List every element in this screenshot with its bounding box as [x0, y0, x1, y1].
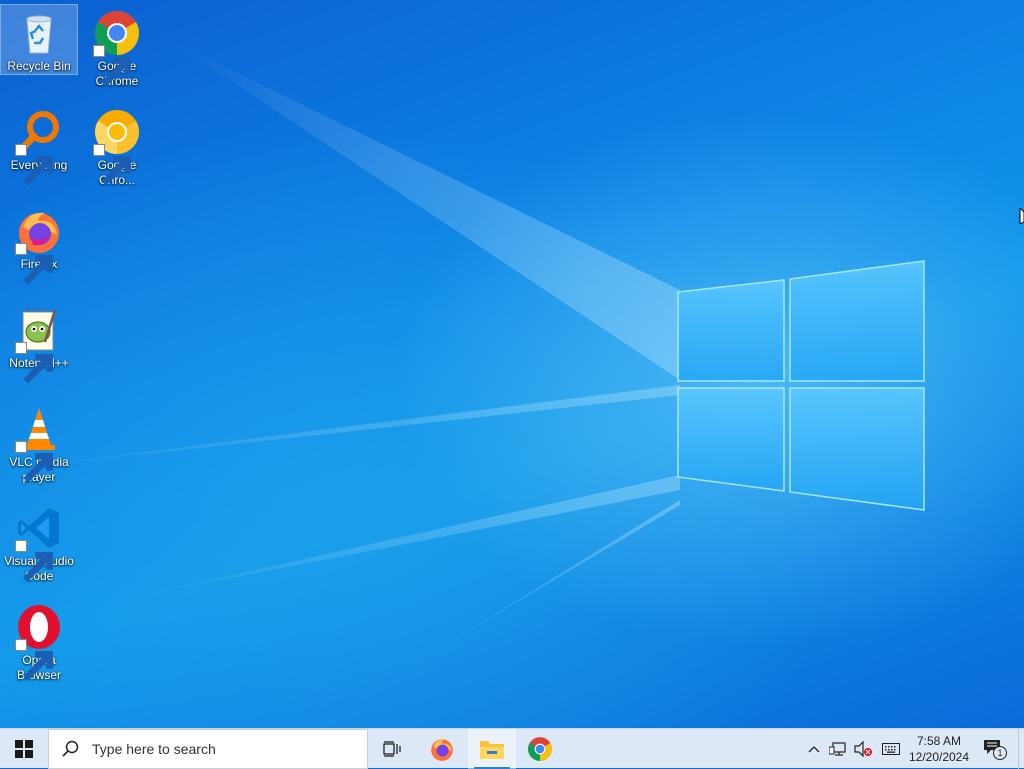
clock-date: 12/20/2024 [908, 750, 970, 764]
windows-logo-wallpaper [677, 260, 925, 511]
taskbar-firefox-button[interactable] [420, 729, 464, 769]
chrome-icon [93, 9, 141, 87]
desktop[interactable]: Recycle Bin Google Chrome Everything Goo… [0, 0, 1024, 728]
taskbar-chrome-button[interactable] [518, 729, 562, 769]
taskbar-file-explorer-button[interactable] [468, 729, 516, 769]
action-center-button[interactable]: 1 [976, 729, 1012, 769]
network-icon [829, 742, 846, 756]
opera-icon [15, 603, 63, 681]
notification-icon: 1 [983, 739, 1007, 760]
search-placeholder: Type here to search [92, 741, 216, 757]
recycle-bin-icon [15, 9, 63, 57]
shortcut-arrow-icon [15, 342, 53, 384]
desktop-icon-label: Recycle Bin [7, 59, 71, 73]
desktop-icon-google-chrome-canary[interactable]: Google Chro... [79, 104, 155, 188]
touch-keyboard-button[interactable] [878, 729, 904, 769]
desktop-icon-opera[interactable]: Opera Browser [1, 599, 77, 683]
shortcut-arrow-icon [93, 144, 131, 186]
mouse-cursor-icon [1019, 208, 1024, 224]
show-hidden-icons-button[interactable] [804, 729, 824, 769]
firefox-icon [431, 739, 453, 761]
desktop-icon-google-chrome[interactable]: Google Chrome [79, 5, 155, 89]
windows-start-icon [15, 740, 33, 758]
shortcut-arrow-icon [15, 441, 53, 483]
taskbar: Type here to search 7:58 AM 12/20/2024 1 [0, 728, 1024, 769]
vlc-icon [15, 405, 63, 483]
shortcut-arrow-icon [15, 144, 53, 186]
desktop-icon-recycle-bin[interactable]: Recycle Bin [0, 4, 78, 75]
show-desktop-button[interactable] [1018, 729, 1024, 769]
volume-button[interactable] [850, 729, 876, 769]
clock-button[interactable]: 7:58 AM 12/20/2024 [906, 729, 972, 769]
task-view-button[interactable] [370, 729, 414, 769]
taskbar-search-box[interactable]: Type here to search [48, 729, 368, 769]
notepad-plus-plus-icon [15, 306, 63, 384]
clock-time: 7:58 AM [916, 734, 962, 748]
desktop-icon-everything[interactable]: Everything [1, 104, 77, 186]
chrome-icon [528, 737, 552, 761]
shortcut-arrow-icon [15, 639, 53, 681]
vscode-icon [15, 504, 63, 582]
task-view-icon [383, 741, 401, 757]
network-button[interactable] [826, 729, 850, 769]
keyboard-icon [882, 743, 900, 755]
file-explorer-icon [480, 741, 504, 759]
chevron-up-icon [808, 746, 820, 753]
desktop-icon-vscode[interactable]: Visual Studio Code [1, 500, 77, 584]
shortcut-arrow-icon [15, 540, 53, 582]
everything-search-icon [15, 108, 63, 186]
chrome-canary-icon [93, 108, 141, 186]
search-icon [62, 740, 79, 757]
notification-count-badge: 1 [993, 746, 1007, 760]
desktop-icon-vlc[interactable]: VLC media player [1, 401, 77, 485]
volume-muted-icon [854, 741, 872, 757]
shortcut-arrow-icon [15, 243, 53, 285]
desktop-icon-firefox[interactable]: Firefox [1, 203, 77, 285]
firefox-icon [15, 207, 63, 285]
start-button[interactable] [0, 729, 48, 769]
desktop-icon-notepad-plus-plus[interactable]: Notepad++ [1, 302, 77, 384]
shortcut-arrow-icon [93, 45, 131, 87]
